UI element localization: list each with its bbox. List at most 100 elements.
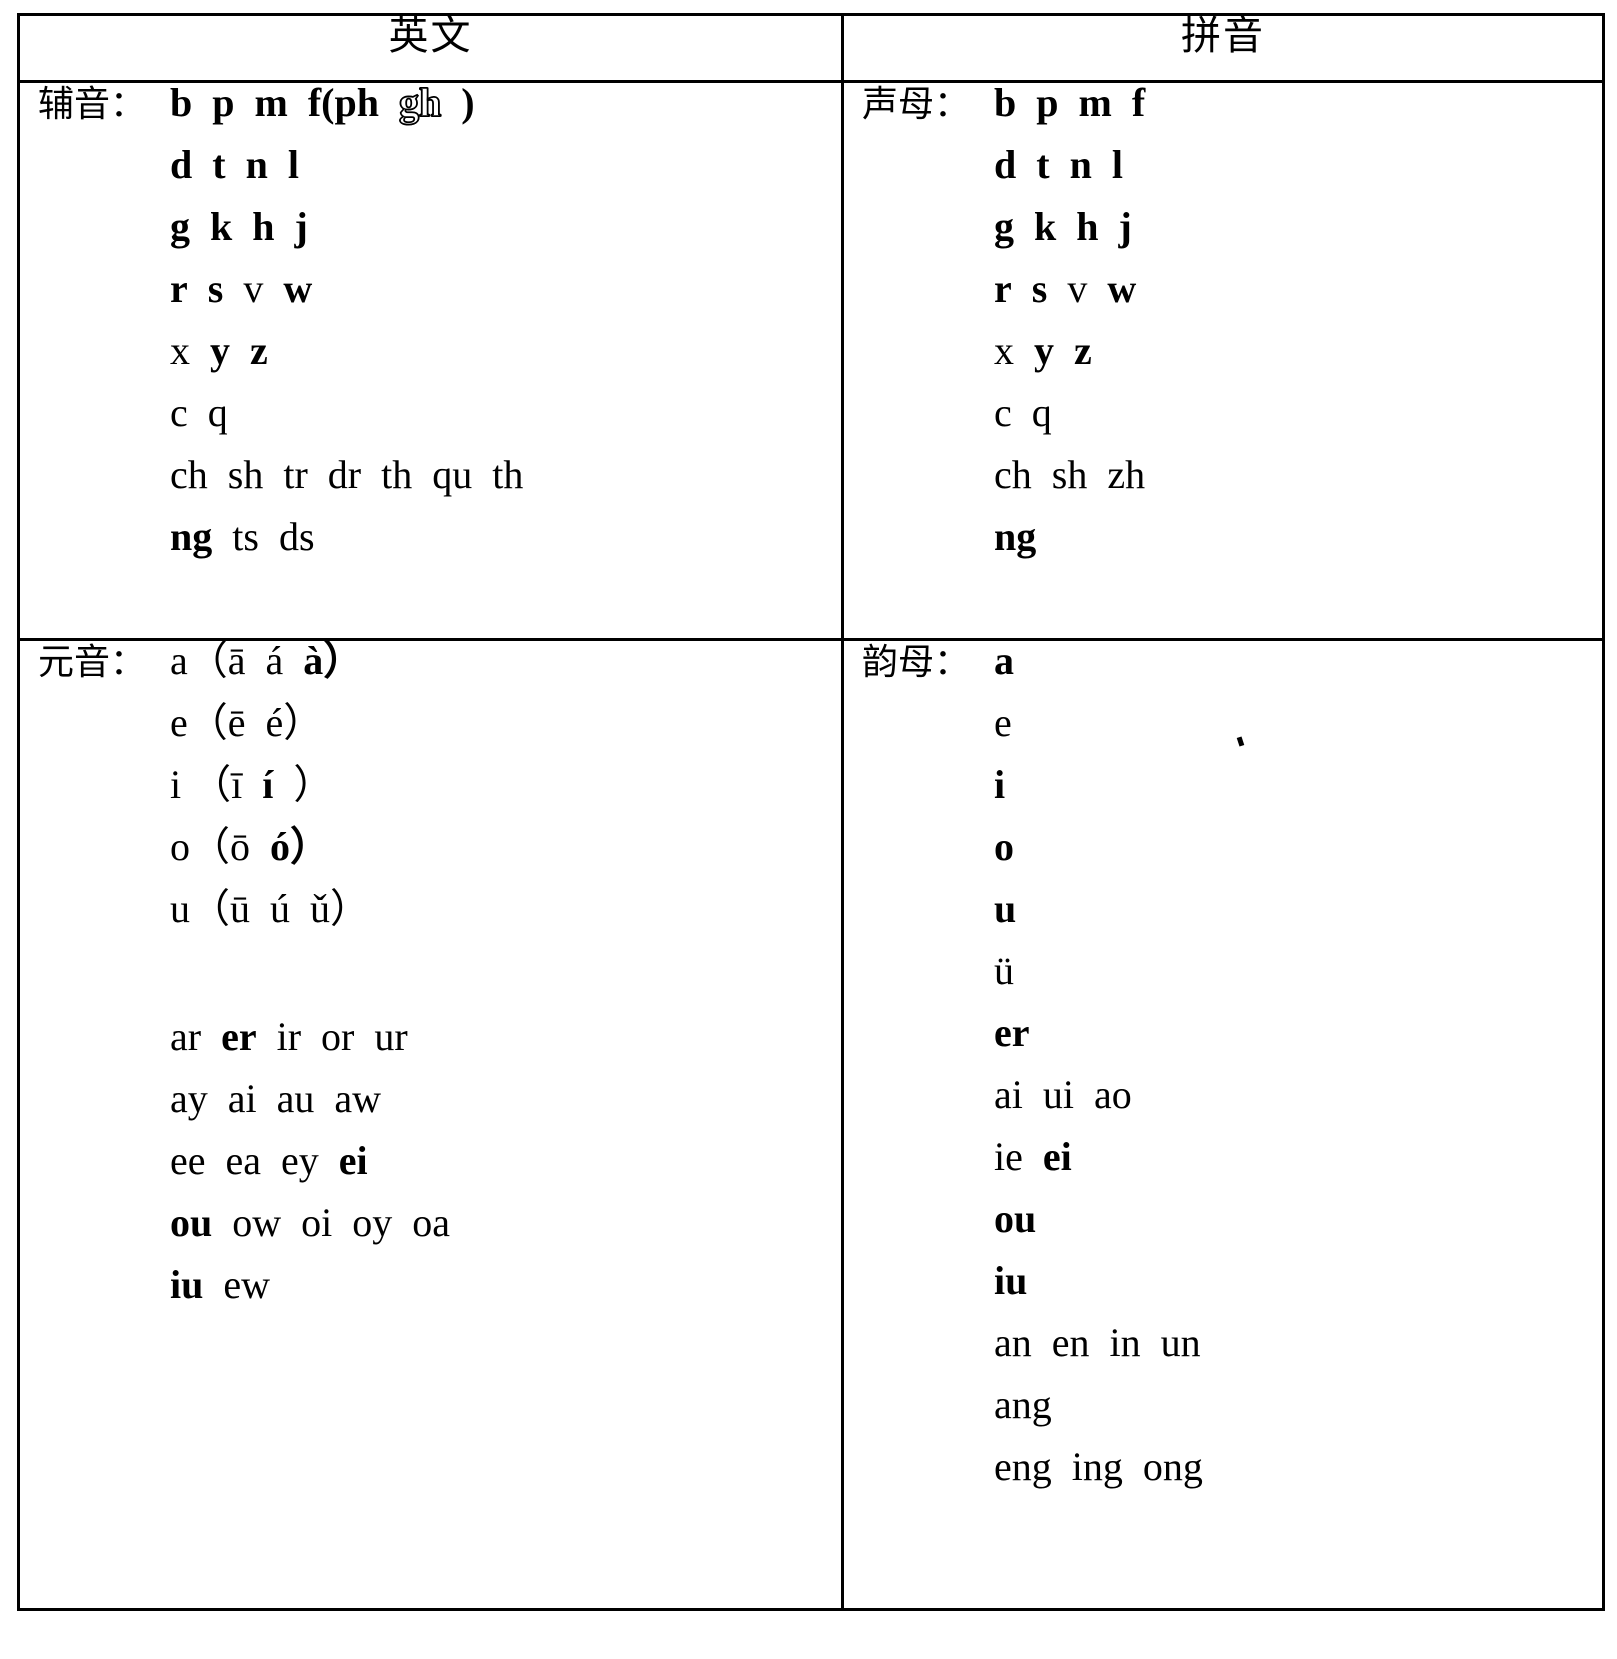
phonetic-item: g	[994, 204, 1014, 249]
phonetic-item: sh	[227, 452, 264, 497]
phonetic-item: j	[294, 204, 308, 249]
pinyin-initials-block: 声母： b p m f 声母：d t n l声母：g k h j声母：r s v w…	[844, 83, 1602, 579]
phonetic-item: aw	[334, 1076, 382, 1121]
section-label: 韵母：	[862, 642, 971, 683]
phonetic-line: 声母：ng	[844, 517, 1602, 579]
phonetic-items: iu ew	[170, 1265, 270, 1305]
phonetic-item: j	[1118, 204, 1132, 249]
phonetic-line: 韵母：iu	[844, 1261, 1602, 1323]
phonetic-line: 元音：ee ea ey ei	[20, 1141, 841, 1203]
phonetic-item: o	[994, 824, 1014, 869]
phonetic-item: ar	[170, 1014, 202, 1059]
phonetic-items: o（ō ó）	[170, 827, 330, 867]
phonetic-item: w	[1107, 266, 1137, 311]
phonetic-item: q	[207, 390, 228, 435]
section-label: 辅音：	[38, 84, 147, 125]
phonetic-item: m	[254, 80, 288, 125]
phonetic-item: a	[994, 638, 1014, 683]
phonetic-line: 韵母：e	[844, 703, 1602, 765]
section-label: 声母：	[862, 84, 971, 125]
phonetic-item: à）	[303, 638, 364, 683]
phonetic-line: 辅音：ng ts ds	[20, 517, 841, 579]
phonetic-line: 元音：e（ē é）	[20, 703, 841, 765]
phonetic-line: 声母： b p m f	[844, 83, 1602, 145]
phonetic-items: ie ei	[994, 1137, 1072, 1177]
phonetic-item: w	[283, 266, 313, 311]
phonetic-item: th	[492, 452, 524, 497]
header-cell-pinyin: 拼音	[841, 13, 1605, 83]
phonetic-items: ch sh tr dr th qu th	[170, 455, 523, 495]
phonetic-items: c q	[994, 393, 1052, 433]
phonetic-item: ey	[281, 1138, 319, 1183]
phonetic-items: ng ts ds	[170, 517, 315, 557]
phonetic-item: ur	[374, 1014, 408, 1059]
phonetic-item: r	[170, 266, 188, 311]
phonetic-item: é）	[265, 700, 324, 745]
phonetic-items: an en in un	[994, 1323, 1201, 1363]
phonetic-item: an	[994, 1320, 1032, 1365]
phonetic-line: 韵母：ai ui ao	[844, 1075, 1602, 1137]
phonetic-line: 元音：u（ū ú ǔ）	[20, 889, 841, 951]
phonetic-item: ui	[1042, 1072, 1074, 1117]
phonetic-item: v	[1067, 266, 1088, 311]
phonetic-items: c q	[170, 393, 228, 433]
table-header-row: 英文 拼音	[17, 13, 1605, 83]
phonetic-item: b	[994, 80, 1017, 125]
cell-english-consonants: 辅音：b p m f(ph gh )辅音：d t n l辅音：g k h j辅音…	[17, 80, 844, 641]
phonetic-item: z	[1074, 328, 1092, 373]
phonetic-items: g k h j	[170, 207, 308, 247]
phonetic-item: iu	[994, 1258, 1028, 1303]
phonetic-line: 韵母：an en in un	[844, 1323, 1602, 1385]
phonetic-item: y	[210, 328, 230, 373]
phonetic-item: ü	[994, 948, 1014, 993]
phonetic-item: oy	[352, 1200, 393, 1245]
phonetic-item: ea	[225, 1138, 262, 1183]
phonetic-items: ou	[994, 1199, 1036, 1239]
phonetic-item: ai	[994, 1072, 1023, 1117]
phonetic-line: 元音：i （ī í ）	[20, 765, 841, 827]
phonetic-items: ay ai au aw	[170, 1079, 381, 1119]
phonetic-item: p	[1036, 80, 1059, 125]
phonetic-item: ei	[338, 1138, 368, 1183]
phonetic-line: 辅音：c q	[20, 393, 841, 455]
phonetic-line: 元音：	[20, 951, 841, 1017]
phonetic-item: )	[461, 80, 475, 125]
phonetic-item: ó）	[270, 824, 330, 869]
phonetic-line: 元音：ay ai au aw	[20, 1079, 841, 1141]
phonetic-item: k	[1034, 204, 1057, 249]
phonetic-items: a	[994, 641, 1014, 681]
phonetic-items: e	[994, 703, 1012, 743]
phonetic-items: er	[994, 1013, 1030, 1053]
table-row-vowels: 元音：a（ā á à）元音：e（ē é）元音：i （ī í ）元音：o（ō ó）…	[17, 638, 1605, 1611]
phonetic-item: or	[321, 1014, 355, 1059]
phonetic-item: x	[994, 328, 1014, 373]
phonetic-item: dr	[327, 452, 362, 497]
phonetic-item: n	[1069, 142, 1092, 187]
phonetic-line: 辅音：x y z	[20, 331, 841, 393]
phonetic-item: v	[243, 266, 264, 311]
phonetic-item: c	[170, 390, 188, 435]
phonetic-item: ay	[170, 1076, 208, 1121]
page-root: 英文 拼音 辅音：b p m f(ph gh )辅音：d t n l辅音：g k…	[0, 0, 1617, 1659]
phonetic-item: i （ī	[170, 762, 243, 807]
phonetic-item: qu	[432, 452, 473, 497]
phonetic-items: a（ā á à）	[170, 641, 363, 681]
phonetic-line: 韵母：ü	[844, 951, 1602, 1013]
phonetic-line: 韵母：er	[844, 1013, 1602, 1075]
phonetic-line: 元音：ou ow oi oy oa	[20, 1203, 841, 1265]
phonetic-items: ng	[994, 517, 1036, 557]
phonetic-line: 辅音： b p m f(ph gh )	[20, 80, 841, 145]
phonetic-item: i	[994, 762, 1006, 807]
phonetic-item: f	[1131, 80, 1146, 125]
phonetic-items: d t n l	[994, 145, 1123, 185]
phonetic-item: g	[170, 204, 190, 249]
phonetic-item: eng	[994, 1444, 1052, 1489]
phonetic-item: q	[1031, 390, 1052, 435]
phonetic-item: ee	[170, 1138, 206, 1183]
cell-pinyin-finals: 韵母： a 韵母：e韵母：i韵母：o韵母：u韵母：ü韵母：er韵母：ai ui ao…	[841, 638, 1605, 1611]
phonetic-item: d	[170, 142, 193, 187]
phonetic-items: b p m f	[994, 83, 1145, 123]
phonetic-line: 韵母： a	[844, 641, 1602, 703]
table-row-consonants: 辅音：b p m f(ph gh )辅音：d t n l辅音：g k h j辅音…	[17, 80, 1605, 641]
phonetic-items: i （ī í ）	[170, 765, 333, 805]
